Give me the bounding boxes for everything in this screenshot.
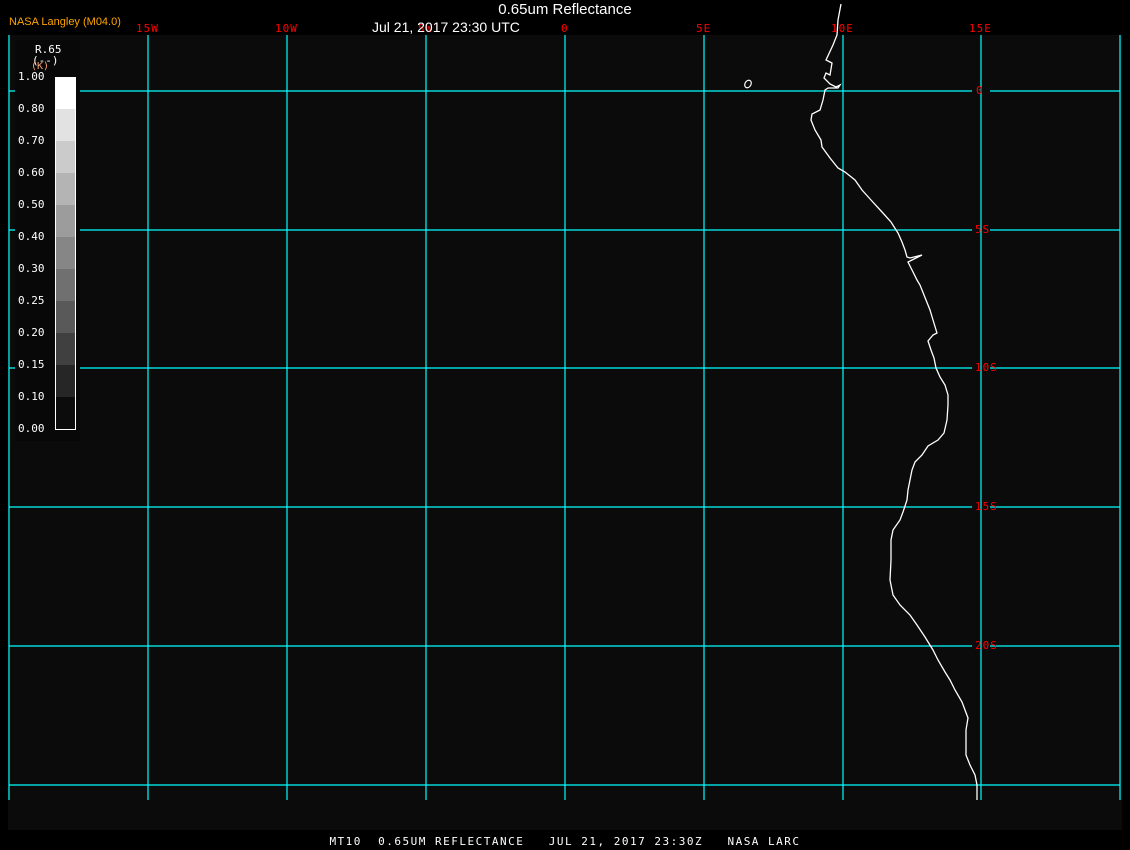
latitude-label: 0 [976, 84, 984, 97]
map-title: 0.65um Reflectance [498, 1, 632, 18]
island-outline [744, 79, 752, 89]
colorbar-tick-label: 1.00 [18, 70, 45, 83]
longitude-label: 15E [969, 22, 992, 35]
colorbar-tick-label: 0.20 [18, 326, 45, 339]
colorbar-tick-label: 0.15 [18, 358, 45, 371]
colorbar-tick-label: 0.00 [18, 422, 45, 435]
colorbar-frame [55, 77, 76, 430]
colorbar-tick-label: 0.25 [18, 294, 45, 307]
longitude-label: 10W [275, 22, 298, 35]
colorbar-tick-label: 0.70 [18, 134, 45, 147]
colorbar-tick-label: 0.30 [18, 262, 45, 275]
latitude-label: 20S [975, 639, 998, 652]
footer-caption: MT10 0.65UM REFLECTANCE JUL 21, 2017 23:… [329, 835, 801, 848]
latitude-label: 15S [975, 500, 998, 513]
colorbar-tick-label: 0.80 [18, 102, 45, 115]
coastline [810, 3, 978, 800]
latitude-label: 10S [975, 361, 998, 374]
longitude-label: 15W [136, 22, 159, 35]
colorbar-tick-label: 0.40 [18, 230, 45, 243]
map-timestamp: Jul 21, 2017 23:30 UTC [372, 19, 520, 35]
colorbar-tick-label: 0.60 [18, 166, 45, 179]
colorbar-tick-label: 0.50 [18, 198, 45, 211]
latitude-label: 5S [975, 223, 991, 236]
colorbar-tick-label: 0.10 [18, 390, 45, 403]
longitude-label: 5E [696, 22, 712, 35]
longitude-label: 10E [831, 22, 854, 35]
longitude-label: 0 [561, 22, 569, 35]
map-overlay [8, 3, 1121, 800]
